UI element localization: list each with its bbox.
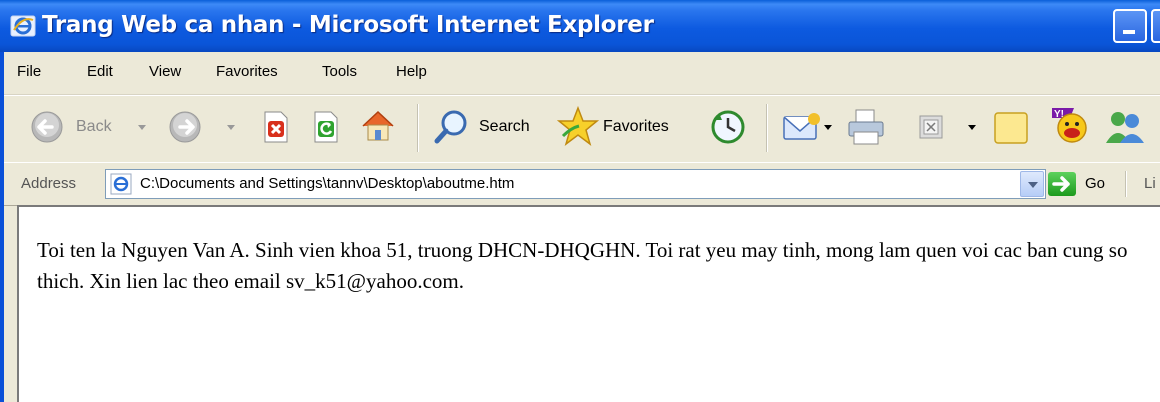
edit-page-icon[interactable] xyxy=(919,115,943,139)
forward-dropdown-icon[interactable] xyxy=(227,125,235,130)
messenger-people-icon[interactable] xyxy=(1104,109,1146,145)
mail-icon[interactable] xyxy=(782,111,822,143)
title-bar[interactable]: Trang Web ca nhan - Microsoft Internet E… xyxy=(0,0,1160,52)
stop-icon[interactable] xyxy=(261,110,291,144)
favorites-star-icon[interactable] xyxy=(557,106,599,146)
menu-help[interactable]: Help xyxy=(396,63,427,80)
address-bar: Address C:\Documents and Settings\tannv\… xyxy=(4,162,1160,206)
menu-favorites[interactable]: Favorites xyxy=(216,63,278,80)
page-icon xyxy=(110,173,132,195)
refresh-icon[interactable] xyxy=(311,110,341,144)
toolbar-separator xyxy=(417,104,419,152)
search-label[interactable]: Search xyxy=(479,118,530,136)
back-label[interactable]: Back xyxy=(76,118,112,136)
menu-bar: File Edit View Favorites Tools Help xyxy=(4,52,1160,95)
mail-dropdown-icon[interactable] xyxy=(824,125,832,130)
window-title: Trang Web ca nhan - Microsoft Internet E… xyxy=(42,12,654,38)
toolbar-separator xyxy=(1125,171,1127,197)
history-icon[interactable] xyxy=(710,109,746,145)
address-input[interactable]: C:\Documents and Settings\tannv\Desktop\… xyxy=(105,169,1046,199)
menu-view[interactable]: View xyxy=(149,63,181,80)
messenger-smiley-icon[interactable]: Y! xyxy=(1048,104,1090,146)
home-icon[interactable] xyxy=(360,108,396,144)
standard-toolbar: Back Search Favorites Y! xyxy=(4,95,1160,163)
address-label: Address xyxy=(21,175,77,192)
menu-edit[interactable]: Edit xyxy=(87,63,113,80)
edit-dropdown-icon[interactable] xyxy=(968,125,976,130)
forward-arrow-icon[interactable] xyxy=(168,110,202,144)
print-icon[interactable] xyxy=(846,108,886,146)
ie-logo-icon xyxy=(10,15,36,37)
notes-icon[interactable] xyxy=(993,111,1029,145)
back-dropdown-icon[interactable] xyxy=(138,125,146,130)
toolbar-separator xyxy=(766,104,768,152)
page-paragraph: Toi ten la Nguyen Van A. Sinh vien khoa … xyxy=(37,238,1128,293)
links-label[interactable]: Li xyxy=(1144,175,1156,192)
menu-file[interactable]: File xyxy=(17,63,41,80)
favorites-label[interactable]: Favorites xyxy=(603,118,669,136)
search-icon[interactable] xyxy=(432,108,472,146)
minimize-button[interactable] xyxy=(1113,9,1147,43)
go-button[interactable]: Go xyxy=(1085,175,1105,192)
maximize-button[interactable] xyxy=(1151,9,1160,43)
go-arrow-icon[interactable] xyxy=(1048,172,1076,196)
page-content[interactable]: Toi ten la Nguyen Van A. Sinh vien khoa … xyxy=(17,205,1160,402)
menu-tools[interactable]: Tools xyxy=(322,63,357,80)
address-dropdown-button[interactable] xyxy=(1020,171,1044,197)
back-arrow-icon[interactable] xyxy=(30,110,64,144)
address-url: C:\Documents and Settings\tannv\Desktop\… xyxy=(140,175,515,192)
